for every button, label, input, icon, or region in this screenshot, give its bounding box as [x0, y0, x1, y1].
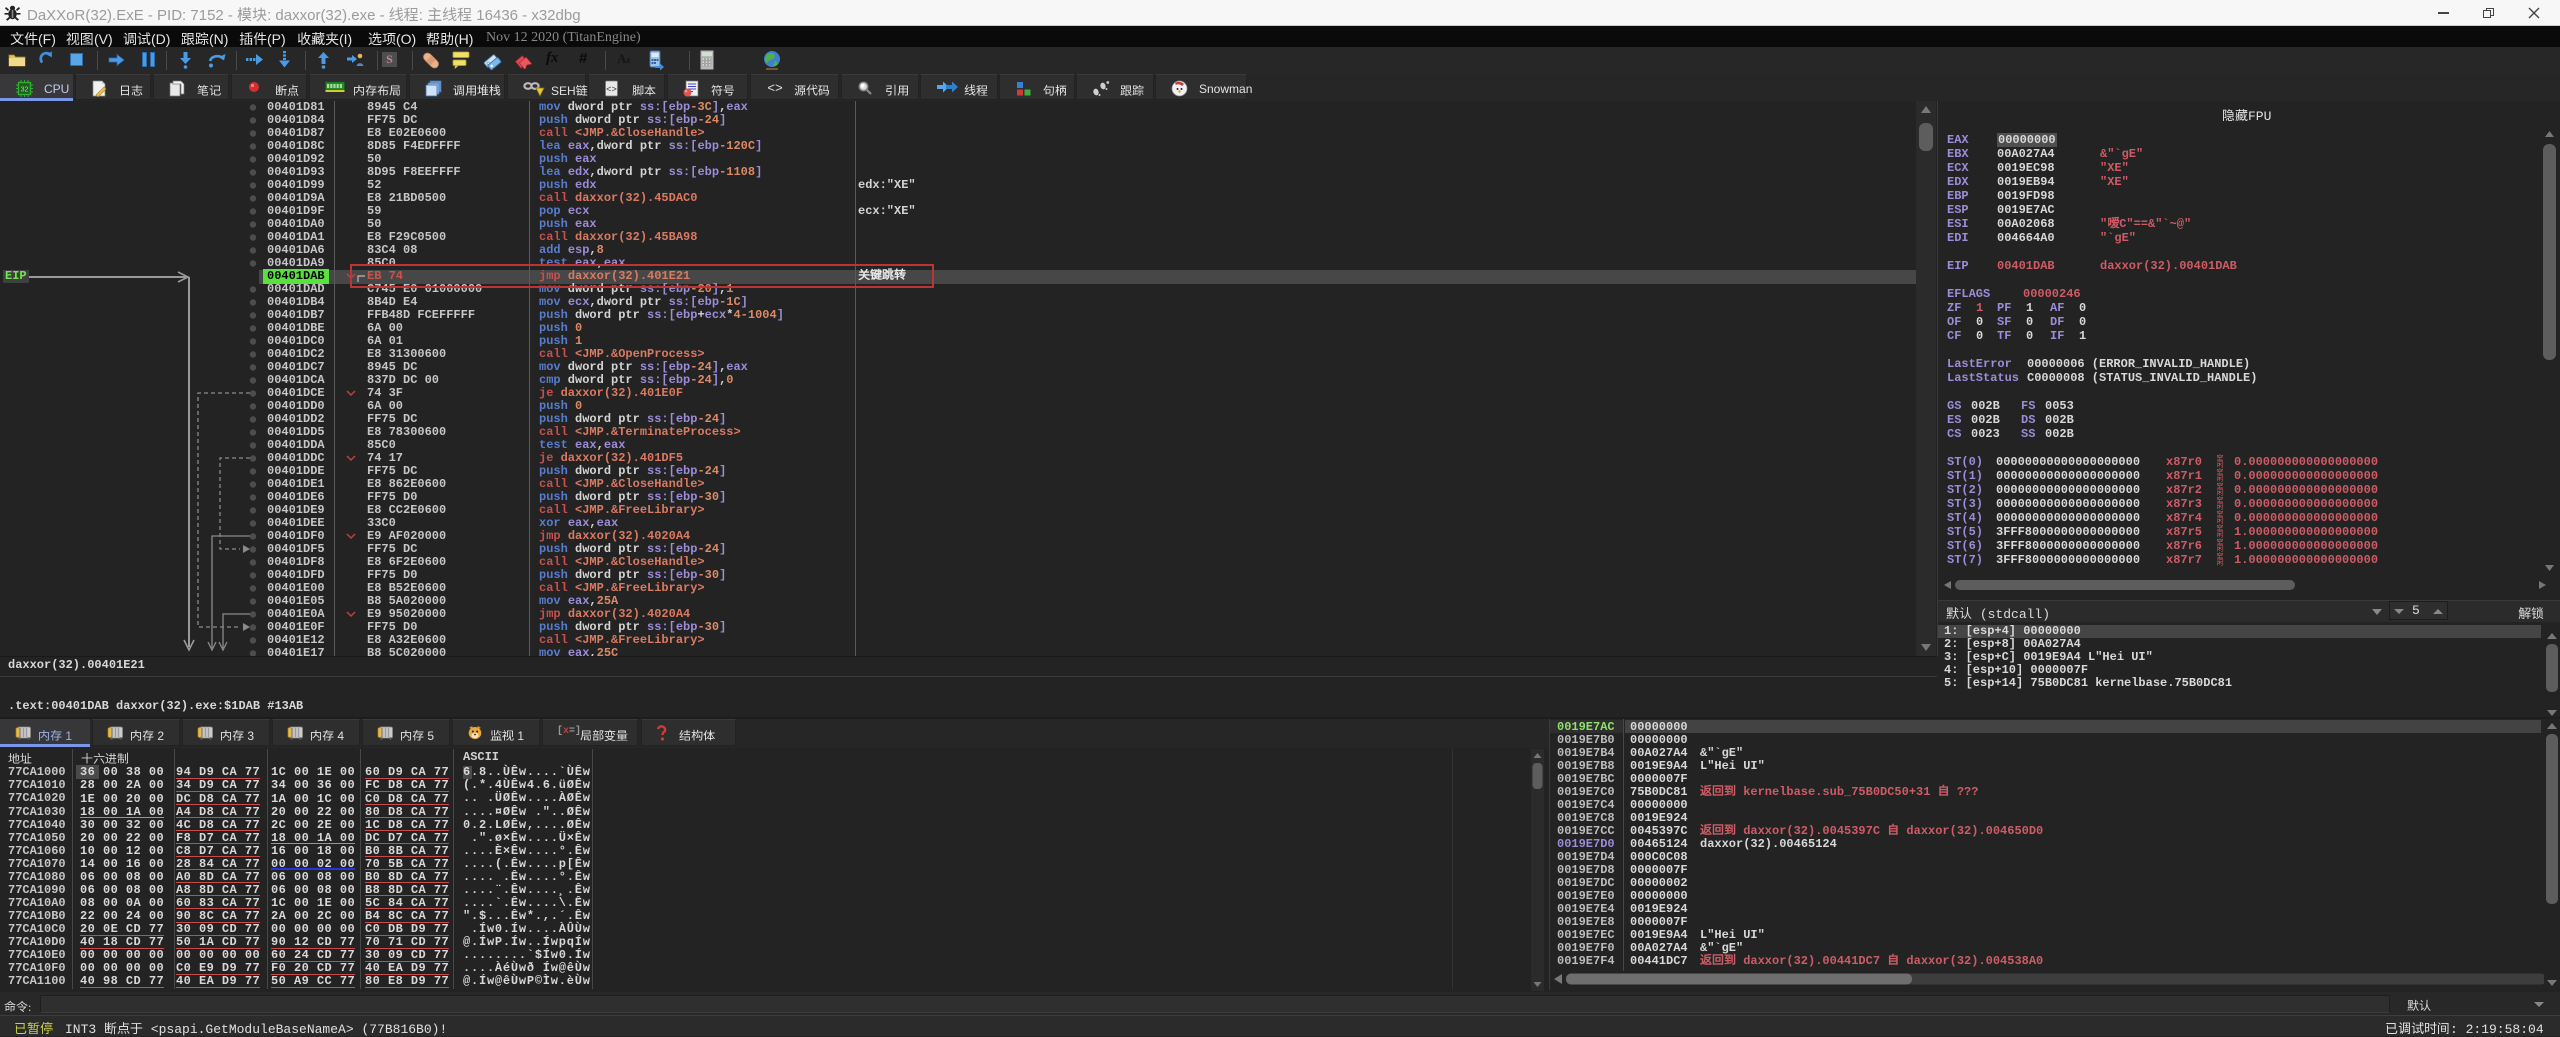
svg-text:<>: <>: [767, 81, 783, 95]
svg-text:32: 32: [21, 87, 29, 94]
svg-text:<>: <>: [606, 85, 617, 95]
